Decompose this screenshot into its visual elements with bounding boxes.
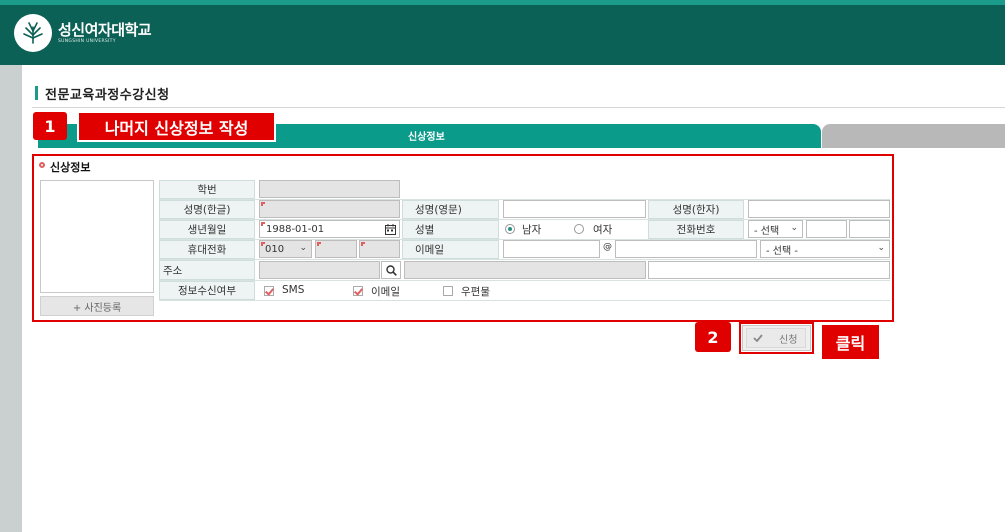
phone-area-select[interactable]: - 선택 ⌄	[748, 220, 803, 238]
photo-area[interactable]	[40, 180, 154, 293]
name-chinese-field[interactable]	[748, 200, 890, 218]
page-title-marker	[35, 86, 38, 100]
address-main-field	[404, 261, 646, 279]
chevron-down-icon: ⌄	[877, 243, 885, 253]
label-name-chinese: 성명(한자)	[648, 200, 744, 219]
email-domain-select-value: - 선택 -	[766, 245, 798, 257]
receive-sms-checkbox[interactable]	[264, 286, 274, 296]
gender-male-radio[interactable]	[505, 224, 515, 234]
mobile-prefix-select[interactable]: 010 ⌄	[259, 240, 312, 258]
check-icon	[753, 334, 763, 342]
birthdate-field[interactable]: 1988-01-01	[259, 220, 400, 238]
mobile-middle-field[interactable]	[315, 240, 357, 258]
phone-last-field[interactable]	[849, 220, 890, 238]
receive-email-checkbox[interactable]	[353, 286, 363, 296]
grid-line	[159, 259, 890, 260]
phone-middle-field[interactable]	[806, 220, 847, 238]
logo-emblem-icon	[23, 22, 43, 44]
calendar-icon[interactable]	[385, 224, 396, 235]
label-name-korean: 성명(한글)	[159, 200, 255, 219]
email-id-field[interactable]	[503, 240, 600, 258]
address-search-button[interactable]	[381, 261, 401, 279]
label-gender: 성별	[402, 220, 499, 239]
birthdate-value: 1988-01-01	[266, 223, 325, 235]
step1-badge: 1	[33, 112, 67, 140]
search-icon	[386, 265, 397, 276]
student-id-field	[259, 180, 400, 198]
site-header: 성신여자대학교 SUNGSHIN UNIVERSITY	[0, 5, 1005, 65]
gender-female-radio[interactable]	[574, 224, 584, 234]
university-name: 성신여자대학교	[58, 21, 152, 39]
label-phone: 전화번호	[648, 220, 744, 239]
tab-inactive[interactable]	[822, 124, 1005, 148]
title-divider	[32, 107, 1005, 108]
receive-sms-label: SMS	[282, 284, 305, 296]
tab-personal-info-label: 신상정보	[408, 132, 445, 143]
name-korean-field[interactable]	[259, 200, 400, 218]
email-at-sign: @	[603, 242, 612, 252]
label-mobile: 휴대전화	[159, 240, 255, 259]
receive-post-label: 우편물	[461, 286, 490, 298]
address-detail-field[interactable]	[648, 261, 890, 279]
step2-callout: 클릭	[820, 323, 881, 361]
apply-button[interactable]: 신청	[746, 328, 806, 348]
grid-line	[159, 280, 890, 281]
label-address: 주소	[159, 260, 255, 280]
label-birthdate: 생년월일	[159, 220, 255, 239]
photo-register-button[interactable]: + 사진등록	[40, 296, 154, 316]
apply-button-label: 신청	[779, 334, 798, 346]
receive-post-checkbox[interactable]	[443, 286, 453, 296]
chevron-down-icon: ⌄	[790, 223, 798, 233]
receive-email-label: 이메일	[371, 286, 400, 298]
zipcode-field	[259, 261, 380, 279]
label-student-id: 학번	[159, 180, 255, 199]
phone-area-select-value: - 선택	[754, 225, 780, 237]
university-logo[interactable]	[14, 14, 52, 52]
mobile-last-field[interactable]	[359, 240, 400, 258]
label-info-receive: 정보수신여부	[159, 281, 255, 300]
label-name-english: 성명(영문)	[402, 200, 499, 219]
chevron-down-icon: ⌄	[299, 243, 307, 253]
email-domain-field[interactable]	[615, 240, 757, 258]
label-email: 이메일	[402, 240, 499, 259]
gender-female-label: 여자	[593, 224, 613, 236]
page-title: 전문교육과정수강신청	[45, 88, 170, 103]
name-english-field[interactable]	[503, 200, 646, 218]
mobile-prefix-value: 010	[265, 243, 285, 255]
email-domain-select[interactable]: - 선택 - ⌄	[760, 240, 890, 258]
step1-callout: 나머지 신상정보 작성	[77, 111, 276, 142]
grid-line	[159, 300, 890, 301]
step2-badge: 2	[695, 322, 731, 352]
university-subtitle: SUNGSHIN UNIVERSITY	[58, 39, 116, 44]
left-sidebar-strip	[0, 65, 22, 532]
gender-male-label: 남자	[522, 224, 542, 236]
